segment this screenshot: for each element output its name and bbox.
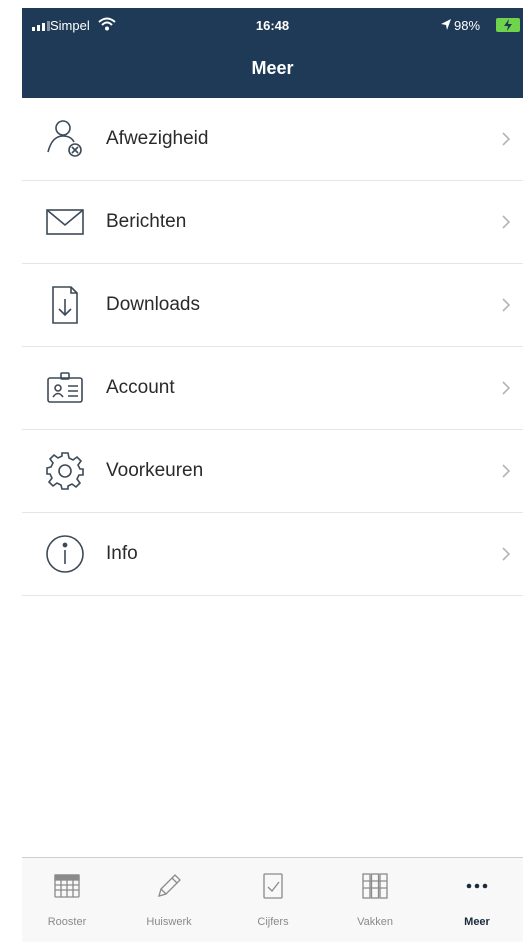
tab-label: Huiswerk <box>146 916 192 928</box>
tab-label: Cijfers <box>257 916 289 928</box>
menu-item-label: Voorkeuren <box>106 460 204 481</box>
more-dots-icon <box>466 883 488 889</box>
gear-icon <box>46 452 84 490</box>
tab-label: Vakken <box>357 916 393 928</box>
more-menu-list: Afwezigheid Berichten Downloads Account … <box>22 98 523 596</box>
tab-huiswerk[interactable]: Huiswerk <box>124 858 214 942</box>
menu-item-voorkeuren[interactable]: Voorkeuren <box>22 430 523 513</box>
tab-label: Meer <box>464 916 490 928</box>
info-icon <box>46 535 84 573</box>
envelope-icon <box>46 209 84 235</box>
tab-cijfers[interactable]: Cijfers <box>228 858 318 942</box>
app-header: Simpel 16:48 98% Meer <box>22 8 523 98</box>
tab-vakken[interactable]: Vakken <box>330 858 420 942</box>
status-bar: Simpel 16:48 98% <box>22 8 523 44</box>
download-document-icon <box>52 286 78 324</box>
menu-item-downloads[interactable]: Downloads <box>22 264 523 347</box>
battery-charging-icon <box>496 18 520 32</box>
tab-rooster[interactable]: Rooster <box>22 858 112 942</box>
chevron-right-icon <box>502 298 511 312</box>
tab-label: Rooster <box>47 916 87 928</box>
page-title: Meer <box>251 58 294 78</box>
phone-screen: Simpel 16:48 98% Meer Afwezigheid Berich… <box>22 8 523 942</box>
tab-bar: Rooster Huiswerk Cijfers Vakken Meer <box>22 857 523 942</box>
person-absent-icon <box>47 120 82 157</box>
battery-percentage: 98% <box>454 18 481 33</box>
menu-item-info[interactable]: Info <box>22 513 523 596</box>
menu-item-label: Afwezigheid <box>106 128 209 149</box>
calendar-grid-icon <box>54 874 80 898</box>
chevron-right-icon <box>502 464 511 478</box>
tab-meer[interactable]: Meer <box>432 858 522 942</box>
menu-item-label: Downloads <box>106 294 200 315</box>
menu-item-afwezigheid[interactable]: Afwezigheid <box>22 98 523 181</box>
checklist-icon <box>263 873 283 899</box>
location-arrow-icon <box>441 19 451 30</box>
menu-item-label: Account <box>106 377 175 398</box>
grid-books-icon <box>362 873 388 899</box>
pencil-icon <box>158 874 181 897</box>
menu-item-account[interactable]: Account <box>22 347 523 430</box>
menu-item-label: Berichten <box>106 211 187 232</box>
menu-item-berichten[interactable]: Berichten <box>22 181 523 264</box>
menu-item-label: Info <box>106 543 138 564</box>
id-card-icon <box>47 372 83 403</box>
chevron-right-icon <box>502 381 511 395</box>
chevron-right-icon <box>502 547 511 561</box>
chevron-right-icon <box>502 132 511 146</box>
chevron-right-icon <box>502 215 511 229</box>
